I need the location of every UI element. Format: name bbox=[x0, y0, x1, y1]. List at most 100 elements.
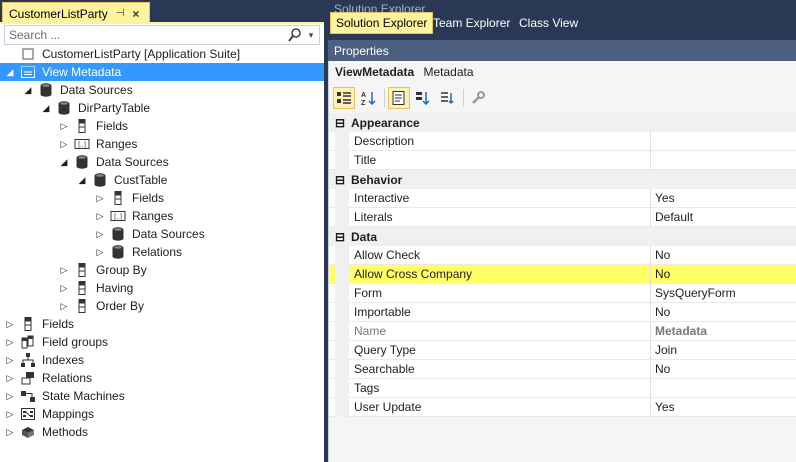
expanded-arrow-icon[interactable]: ◢ bbox=[58, 156, 70, 168]
tree-item-data-sources[interactable]: ▷ Data Sources bbox=[0, 225, 324, 243]
category-behavior[interactable]: ⊟ Behavior bbox=[329, 170, 796, 189]
close-icon[interactable]: × bbox=[132, 7, 139, 21]
expanded-arrow-icon[interactable]: ◢ bbox=[40, 102, 52, 114]
tree-item-data-sources[interactable]: ◢ Data Sources bbox=[0, 81, 324, 99]
ranges-icon: [..] bbox=[74, 136, 90, 152]
tree-item-custtable[interactable]: ◢ CustTable bbox=[0, 171, 324, 189]
row-gutter bbox=[335, 302, 349, 322]
expanded-arrow-icon[interactable]: ◢ bbox=[4, 66, 16, 78]
tab-solution-explorer[interactable]: Solution Explorer bbox=[330, 12, 434, 34]
search-icon[interactable] bbox=[287, 27, 303, 43]
property-value[interactable]: Join bbox=[651, 341, 677, 360]
document-tab-customerlistparty[interactable]: CustomerListParty ⊣ × bbox=[2, 2, 150, 24]
property-value[interactable] bbox=[651, 379, 655, 398]
category-label: Appearance bbox=[351, 115, 420, 130]
wrench-icon[interactable] bbox=[467, 87, 489, 109]
tree-item-customerlistparty-application-suite[interactable]: CustomerListParty [Application Suite] bbox=[0, 45, 324, 63]
tree-item-group-by[interactable]: ▷ Group By bbox=[0, 261, 324, 279]
category-data[interactable]: ⊟ Data bbox=[329, 227, 796, 246]
tree-item-label: Field groups bbox=[42, 335, 109, 349]
property-row-name[interactable]: Name Metadata bbox=[329, 321, 796, 341]
tree-item-fields[interactable]: ▷ Fields bbox=[0, 189, 324, 207]
tree-item-data-sources[interactable]: ◢ Data Sources bbox=[0, 153, 324, 171]
collapse-icon[interactable]: ⊟ bbox=[333, 230, 347, 244]
property-row-allow-cross-company[interactable]: Allow Cross Company No bbox=[329, 264, 796, 284]
property-value[interactable]: SysQueryForm bbox=[651, 284, 736, 303]
property-value[interactable] bbox=[651, 151, 655, 170]
property-value[interactable]: Default bbox=[651, 208, 693, 227]
expanded-arrow-icon[interactable]: ◢ bbox=[76, 174, 88, 186]
collapsed-arrow-icon[interactable]: ▷ bbox=[58, 120, 70, 132]
property-value[interactable] bbox=[651, 132, 655, 151]
property-row-title[interactable]: Title bbox=[329, 150, 796, 170]
collapse-icon[interactable]: ⊟ bbox=[333, 173, 347, 187]
property-row-allow-check[interactable]: Allow Check No bbox=[329, 245, 796, 265]
tree-item-relations[interactable]: ▷ Relations bbox=[0, 369, 324, 387]
collapsed-arrow-icon[interactable]: ▷ bbox=[4, 390, 16, 402]
property-value[interactable]: Yes bbox=[651, 398, 675, 417]
tree-item-having[interactable]: ▷ Having bbox=[0, 279, 324, 297]
tree-item-ranges[interactable]: ▷ [..] Ranges bbox=[0, 207, 324, 225]
object-selector[interactable]: ViewMetadata Metadata bbox=[335, 65, 474, 79]
tree-item-state-machines[interactable]: ▷ State Machines bbox=[0, 387, 324, 405]
property-value[interactable]: No bbox=[651, 303, 670, 322]
search-input[interactable] bbox=[5, 26, 285, 44]
collapsed-arrow-icon[interactable]: ▷ bbox=[94, 228, 106, 240]
collapsed-arrow-icon[interactable]: ▷ bbox=[94, 192, 106, 204]
tree-item-mappings[interactable]: ▷ Mappings bbox=[0, 405, 324, 423]
category-appearance[interactable]: ⊟ Appearance bbox=[329, 113, 796, 132]
alphabetical-icon[interactable]: AZ bbox=[357, 87, 379, 109]
expanded-arrow-icon[interactable]: ◢ bbox=[22, 84, 34, 96]
property-pages-icon[interactable] bbox=[436, 87, 458, 109]
collapsed-arrow-icon[interactable]: ▷ bbox=[4, 372, 16, 384]
tree-item-fields[interactable]: ▷ Fields bbox=[0, 117, 324, 135]
property-row-interactive[interactable]: Interactive Yes bbox=[329, 188, 796, 208]
property-row-searchable[interactable]: Searchable No bbox=[329, 359, 796, 379]
properties-icon[interactable] bbox=[388, 87, 410, 109]
collapsed-arrow-icon[interactable]: ▷ bbox=[4, 354, 16, 366]
collapsed-arrow-icon[interactable]: ▷ bbox=[94, 246, 106, 258]
tree-item-order-by[interactable]: ▷ Order By bbox=[0, 297, 324, 315]
tree-item-label: Fields bbox=[96, 119, 129, 133]
collapsed-arrow-icon[interactable]: ▷ bbox=[58, 282, 70, 294]
property-row-importable[interactable]: Importable No bbox=[329, 302, 796, 322]
tab-team-explorer[interactable]: Team Explorer bbox=[428, 12, 515, 34]
property-value[interactable]: No bbox=[651, 264, 671, 284]
tree-item-field-groups[interactable]: ▷ Field groups bbox=[0, 333, 324, 351]
tree-item-label: Having bbox=[96, 281, 134, 295]
collapsed-arrow-icon[interactable]: ▷ bbox=[58, 138, 70, 150]
collapsed-arrow-icon[interactable]: ▷ bbox=[58, 300, 70, 312]
tree-item-indexes[interactable]: ▷ Indexes bbox=[0, 351, 324, 369]
tree-item-fields[interactable]: ▷ Fields bbox=[0, 315, 324, 333]
tool-window-pane: Solution Explorer Solution Explorer Team… bbox=[328, 0, 796, 462]
collapsed-arrow-icon[interactable]: ▷ bbox=[4, 336, 16, 348]
tab-class-view[interactable]: Class View bbox=[514, 12, 583, 34]
collapsed-arrow-icon[interactable]: ▷ bbox=[94, 210, 106, 222]
properties-window: ViewMetadata Metadata AZ ⊟ Appearance Desc… bbox=[328, 61, 796, 462]
property-row-form[interactable]: Form SysQueryForm bbox=[329, 283, 796, 303]
tree-item-view-metadata[interactable]: ◢ View Metadata bbox=[0, 63, 324, 81]
tree-item-methods[interactable]: ▷ Methods bbox=[0, 423, 324, 441]
property-row-user-update[interactable]: User Update Yes bbox=[329, 397, 796, 417]
tree-item-label: Data Sources bbox=[96, 155, 169, 169]
property-row-tags[interactable]: Tags bbox=[329, 378, 796, 398]
property-value[interactable]: No bbox=[651, 246, 670, 265]
property-row-query-type[interactable]: Query Type Join bbox=[329, 340, 796, 360]
search-options-dropdown-icon[interactable]: ▾ bbox=[305, 27, 317, 43]
collapsed-arrow-icon[interactable]: ▷ bbox=[58, 264, 70, 276]
tree-item-relations[interactable]: ▷ Relations bbox=[0, 243, 324, 261]
tree-item-ranges[interactable]: ▷ [..] Ranges bbox=[0, 135, 324, 153]
property-row-literals[interactable]: Literals Default bbox=[329, 207, 796, 227]
collapse-icon[interactable]: ⊟ bbox=[333, 116, 347, 130]
pin-icon[interactable]: ⊣ bbox=[116, 8, 125, 19]
collapsed-arrow-icon[interactable]: ▷ bbox=[4, 318, 16, 330]
categorized-icon[interactable] bbox=[333, 87, 355, 109]
events-icon[interactable] bbox=[412, 87, 434, 109]
collapsed-arrow-icon[interactable]: ▷ bbox=[4, 426, 16, 438]
property-value[interactable]: No bbox=[651, 360, 670, 379]
tree-item-dirpartytable[interactable]: ◢ DirPartyTable bbox=[0, 99, 324, 117]
fields-icon bbox=[20, 316, 36, 332]
property-value[interactable]: Yes bbox=[651, 189, 675, 208]
collapsed-arrow-icon[interactable]: ▷ bbox=[4, 408, 16, 420]
property-row-description[interactable]: Description bbox=[329, 131, 796, 151]
